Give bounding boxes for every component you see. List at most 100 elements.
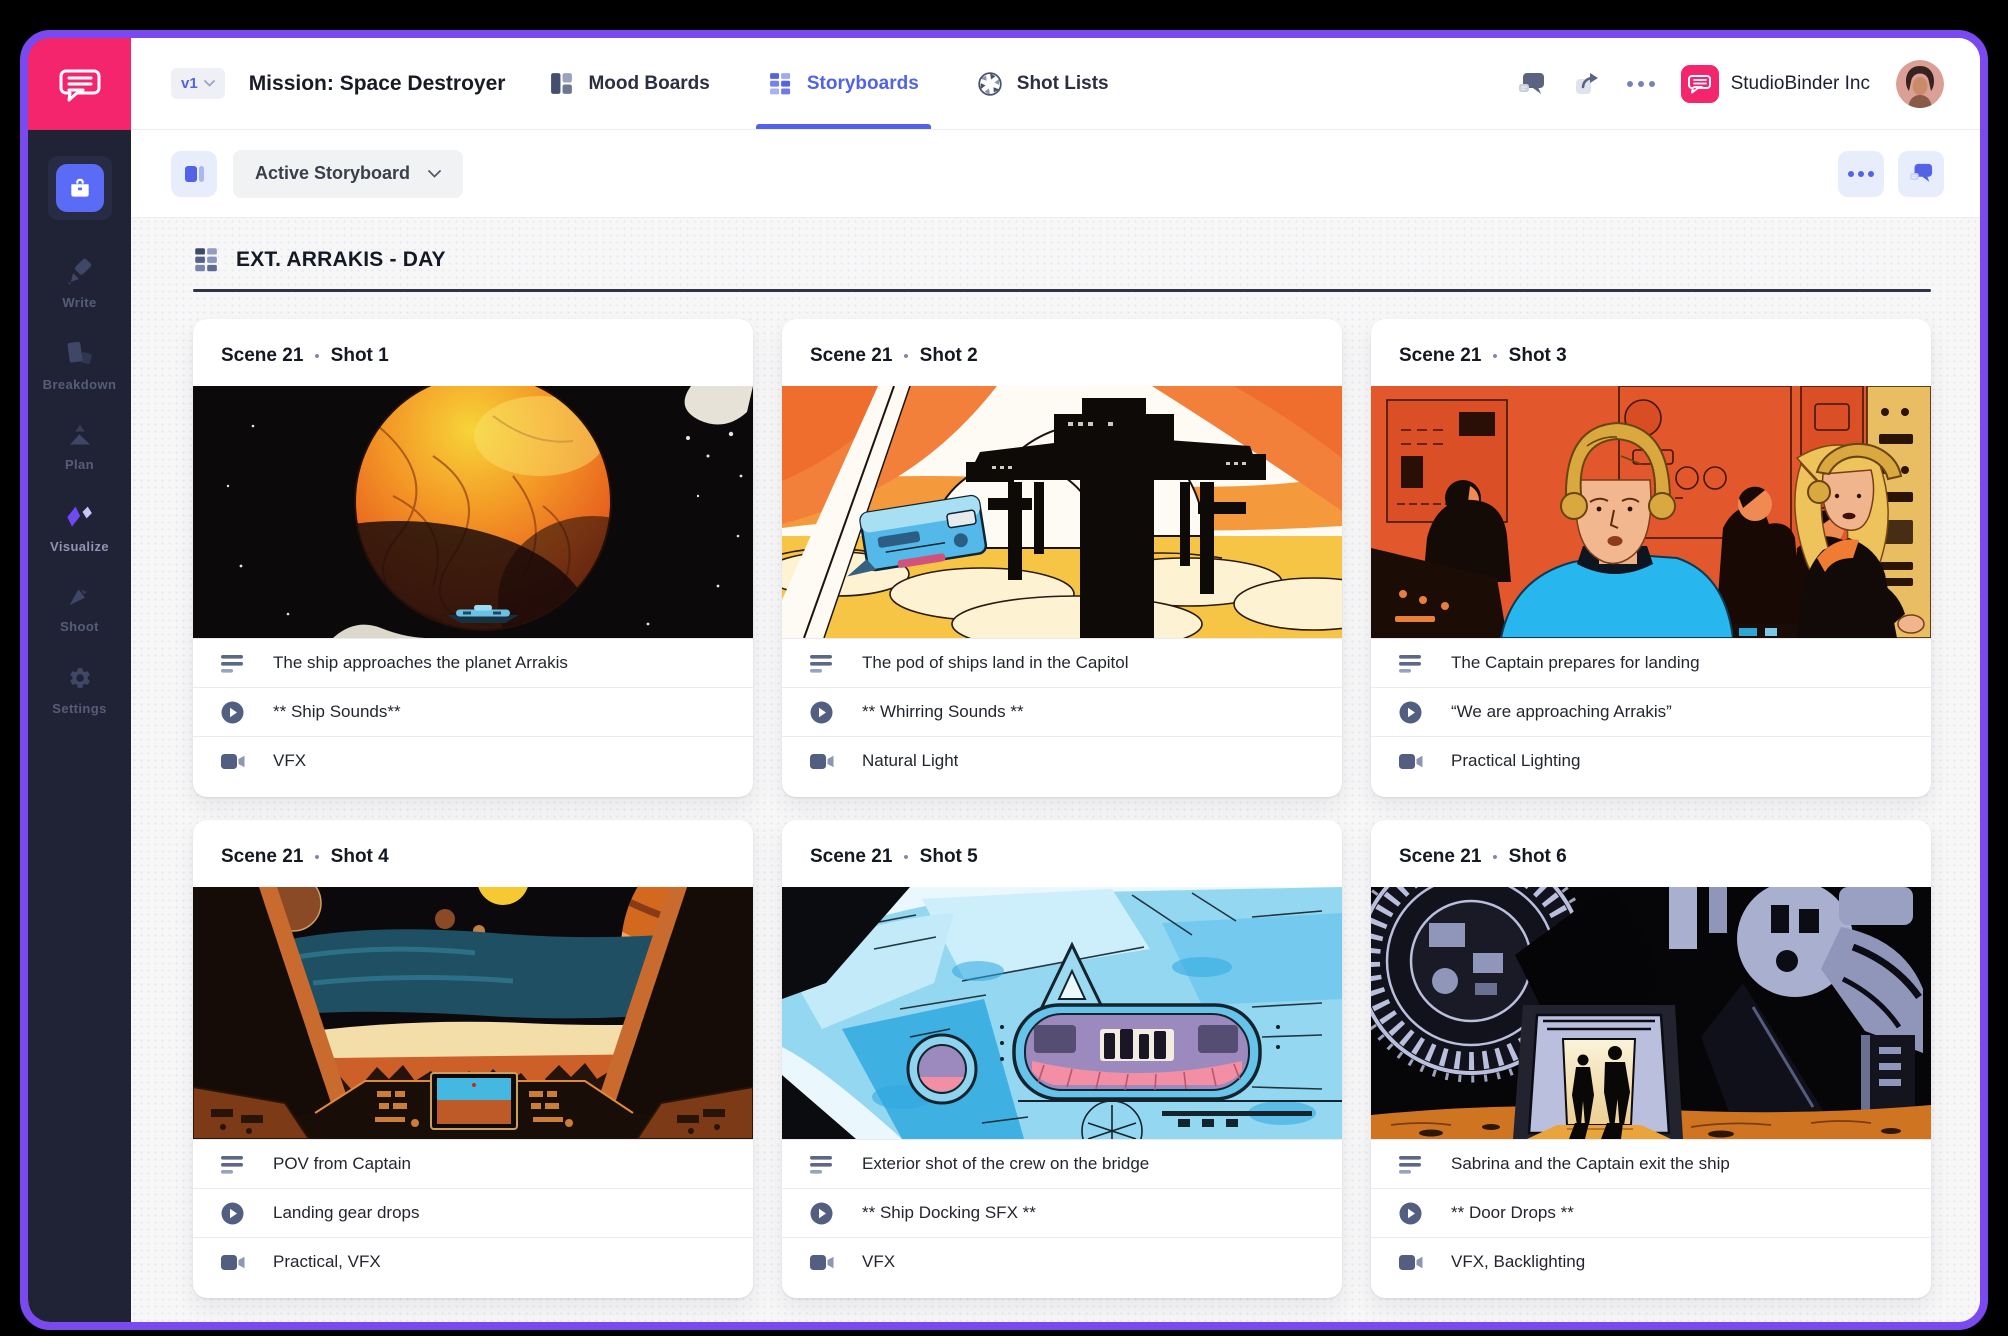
board-view-button[interactable]: [171, 151, 217, 197]
storyboard-image-cockpit[interactable]: [193, 887, 753, 1139]
scene-label: Scene 21: [221, 846, 303, 868]
board-comments-button[interactable]: [1898, 151, 1944, 197]
sidebar-item-label: Plan: [65, 457, 94, 472]
storyboard-image-planet[interactable]: [193, 386, 753, 638]
description-icon: [221, 653, 247, 674]
sidebar-item-settings[interactable]: Settings: [52, 664, 106, 716]
description-icon: [1399, 1154, 1425, 1175]
shot-audio: Landing gear drops: [273, 1203, 420, 1223]
audio-row[interactable]: ** Ship Docking SFX **: [782, 1188, 1342, 1237]
sidebar-item-plan[interactable]: Plan: [65, 422, 95, 472]
camera-row[interactable]: Practical Lighting: [1371, 736, 1931, 785]
version-chip[interactable]: v1: [171, 68, 225, 99]
scene-heading: EXT. ARRAKIS - DAY: [236, 248, 446, 272]
camera-row[interactable]: VFX, Backlighting: [1371, 1237, 1931, 1286]
play-icon: [221, 701, 247, 724]
board-more-button[interactable]: [1838, 151, 1884, 197]
ellipsis-icon: [1848, 171, 1874, 177]
scene-label: Scene 21: [810, 345, 892, 367]
sidebar-item-breakdown[interactable]: Breakdown: [43, 340, 117, 392]
comments-icon: [1908, 162, 1934, 186]
description-row[interactable]: The ship approaches the planet Arrakis: [193, 638, 753, 687]
sidebar-item-visualize[interactable]: Visualize: [50, 502, 109, 554]
description-icon: [221, 1154, 247, 1175]
board-view-icon: [182, 162, 206, 186]
video-camera-icon: [221, 1253, 247, 1272]
comments-button[interactable]: [1517, 71, 1547, 97]
camera-row[interactable]: Practical, VFX: [193, 1237, 753, 1286]
studiobinder-logo[interactable]: [28, 38, 131, 130]
topbar-actions: StudioBinder Inc: [1517, 60, 1944, 108]
org-logo-icon: [1681, 65, 1719, 103]
diamonds-icon: [62, 502, 96, 530]
shot-camera: Practical, VFX: [273, 1252, 381, 1272]
shot-card: Scene 21 • Shot 2: [782, 319, 1342, 797]
play-icon: [810, 701, 836, 724]
camera-row[interactable]: VFX: [193, 736, 753, 785]
dot-separator: •: [1492, 849, 1497, 866]
shot-description: POV from Captain: [273, 1154, 411, 1174]
sidebar-nav: Write Breakdown Plan: [28, 130, 131, 746]
mountains-icon: [65, 422, 95, 448]
tab-shot-lists[interactable]: Shot Lists: [977, 38, 1109, 129]
storyboard-image-exit[interactable]: [1371, 887, 1931, 1139]
more-options-button[interactable]: [1627, 81, 1655, 87]
description-icon: [810, 653, 836, 674]
mood-boards-icon: [549, 71, 574, 96]
description-row[interactable]: The Captain prepares for landing: [1371, 638, 1931, 687]
avatar[interactable]: [1896, 60, 1944, 108]
description-row[interactable]: Exterior shot of the crew on the bridge: [782, 1139, 1342, 1188]
video-camera-icon: [810, 1253, 836, 1272]
tab-mood-boards[interactable]: Mood Boards: [549, 38, 709, 129]
scene-label: Scene 21: [1399, 846, 1481, 868]
topbar-tabs: Mood Boards Storyboards: [549, 38, 1108, 129]
shot-card: Scene 21 • Shot 5: [782, 820, 1342, 1298]
sidebar-item-label: Write: [62, 295, 96, 310]
storyboards-grid-icon: [768, 71, 793, 96]
shot-label: Shot 3: [1509, 345, 1567, 367]
shot-label: Shot 5: [920, 846, 978, 868]
shot-label: Shot 1: [331, 345, 389, 367]
video-camera-icon: [1399, 752, 1425, 771]
sidebar-item-projects[interactable]: [48, 156, 112, 220]
audio-row[interactable]: Landing gear drops: [193, 1188, 753, 1237]
shot-audio: ** Ship Docking SFX **: [862, 1203, 1036, 1223]
camera-row[interactable]: VFX: [782, 1237, 1342, 1286]
share-button[interactable]: [1573, 70, 1601, 98]
tab-storyboards[interactable]: Storyboards: [768, 38, 919, 129]
shot-label: Shot 6: [1509, 846, 1567, 868]
scene-label: Scene 21: [221, 345, 303, 367]
tab-label: Mood Boards: [588, 73, 709, 95]
dot-separator: •: [903, 348, 908, 365]
storyboard-selector[interactable]: Active Storyboard: [233, 150, 463, 198]
play-icon: [810, 1202, 836, 1225]
shot-audio: ** Ship Sounds**: [273, 702, 401, 722]
audio-row[interactable]: ** Ship Sounds**: [193, 687, 753, 736]
sidebar-item-write[interactable]: Write: [62, 258, 96, 310]
active-tab-underline: [756, 124, 931, 129]
description-row[interactable]: The pod of ships land in the Capitol: [782, 638, 1342, 687]
description-row[interactable]: POV from Captain: [193, 1139, 753, 1188]
play-icon: [221, 1202, 247, 1225]
sidebar-item-label: Settings: [52, 701, 106, 716]
storyboard-grid: Scene 21 • Shot 1: [193, 319, 1931, 1298]
video-camera-icon: [810, 752, 836, 771]
shot-camera: Practical Lighting: [1451, 751, 1580, 771]
main-column: v1 Mission: Space Destroyer Mood Boards: [131, 38, 1980, 1322]
shot-label: Shot 2: [920, 345, 978, 367]
sidebar-item-label: Visualize: [50, 539, 109, 554]
storyboard-image-capitol[interactable]: [782, 386, 1342, 638]
dot-separator: •: [314, 849, 319, 866]
audio-row[interactable]: “We are approaching Arrakis”: [1371, 687, 1931, 736]
share-export-icon: [1573, 70, 1601, 98]
audio-row[interactable]: ** Whirring Sounds **: [782, 687, 1342, 736]
camera-row[interactable]: Natural Light: [782, 736, 1342, 785]
audio-row[interactable]: ** Door Drops **: [1371, 1188, 1931, 1237]
play-icon: [1399, 1202, 1425, 1225]
storyboard-image-bridge[interactable]: [782, 887, 1342, 1139]
description-row[interactable]: Sabrina and the Captain exit the ship: [1371, 1139, 1931, 1188]
org-switcher[interactable]: StudioBinder Inc: [1681, 65, 1870, 103]
tab-label: Shot Lists: [1017, 73, 1109, 95]
storyboard-image-crew[interactable]: [1371, 386, 1931, 638]
sidebar-item-shoot[interactable]: Shoot: [60, 584, 99, 634]
